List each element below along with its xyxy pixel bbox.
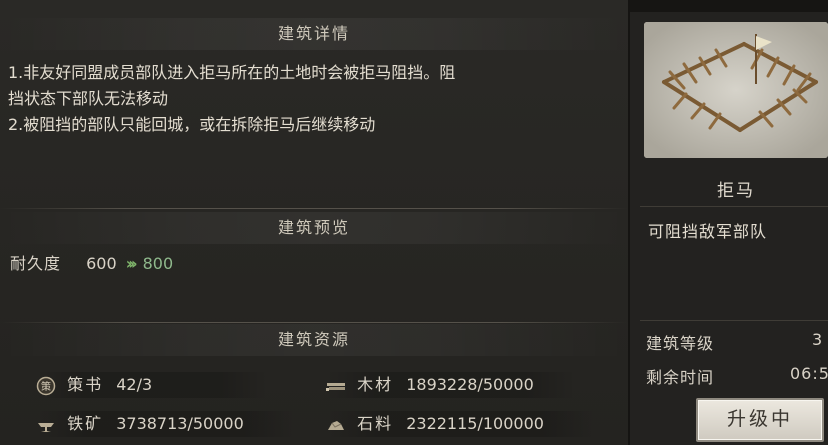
resource-name: 木材: [357, 375, 394, 394]
resource-name: 石料: [357, 414, 394, 433]
durability-current: 600: [86, 254, 117, 273]
resource-iron: 铁矿 3738713/50000: [36, 411, 296, 437]
resources-title: 建筑资源: [0, 324, 628, 356]
building-description: 可阻挡敌军部队: [648, 222, 768, 241]
building-image: [644, 22, 828, 158]
details-title: 建筑详情: [0, 18, 628, 50]
resource-value: 42/3: [116, 375, 153, 394]
building-level-label: 建筑等级: [646, 334, 715, 353]
building-level-row: 建筑等级 3: [646, 330, 822, 354]
remaining-time-label: 剩余时间: [646, 368, 715, 387]
resource-value: 2322115/100000: [406, 414, 544, 433]
details-line: 1.非友好同盟成员部队进入拒马所在的土地时会被拒马阻挡。阻: [8, 63, 456, 82]
resource-value: 3738713/50000: [116, 414, 244, 433]
upgrade-arrow-icon: ›››: [125, 254, 138, 273]
remaining-time-value: 06:5: [790, 364, 828, 383]
resource-value: 1893228/50000: [406, 375, 534, 394]
durability-row: 耐久度 600 ››› 800: [10, 250, 173, 274]
details-description: 1.非友好同盟成员部队进入拒马所在的土地时会被拒马阻挡。阻 挡状态下部队无法移动…: [8, 60, 620, 138]
resource-scroll: 策 策书 42/3: [36, 372, 268, 398]
scroll-icon: 策: [36, 376, 56, 396]
durability-label: 耐久度: [10, 254, 62, 273]
stone-icon: [326, 415, 346, 435]
upgrade-button[interactable]: 升级中: [696, 398, 824, 442]
resource-name: 铁矿: [67, 414, 104, 433]
divider: [640, 320, 828, 321]
resource-stone: 石料 2322115/100000: [326, 411, 596, 437]
preview-title: 建筑预览: [0, 212, 628, 244]
divider: [640, 206, 828, 207]
details-line: 挡状态下部队无法移动: [8, 89, 169, 108]
iron-icon: [36, 415, 56, 435]
remaining-time-row: 剩余时间 06:5: [646, 364, 828, 388]
building-name: 拒马: [717, 181, 755, 201]
building-level-value: 3: [812, 330, 824, 349]
resource-name: 策书: [67, 375, 104, 394]
svg-text:策: 策: [41, 380, 51, 393]
durability-next: 800: [142, 254, 174, 273]
divider: [0, 208, 628, 209]
resource-wood: 木材 1893228/50000: [326, 372, 576, 398]
barricade-illustration: [644, 22, 828, 158]
divider: [0, 322, 628, 323]
wood-icon: [326, 376, 346, 396]
details-line: 2.被阻挡的部队只能回城，或在拆除拒马后继续移动: [8, 115, 376, 134]
details-panel: 建筑详情 1.非友好同盟成员部队进入拒马所在的土地时会被拒马阻挡。阻 挡状态下部…: [0, 0, 630, 445]
